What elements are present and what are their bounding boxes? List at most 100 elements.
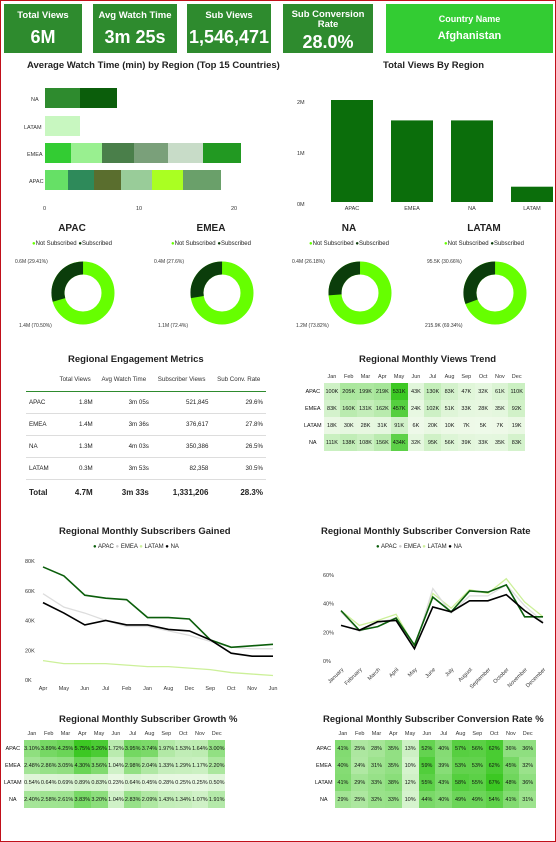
- heatmap-cell: 25%: [351, 791, 369, 808]
- growth-heatmap: Jan Feb Mar Apr May Jun Jul Aug Sep Oct Nov Dec APAC…: [4, 728, 226, 808]
- heatmap-cell: 108K: [357, 434, 374, 451]
- kpi-total-views[interactable]: Total Views 6M: [4, 4, 82, 53]
- x-tick: May: [407, 667, 419, 679]
- heatmap-cell: 48%: [502, 774, 520, 791]
- month-header: Jul: [129, 731, 137, 737]
- heatmap-cell: 3.95%: [124, 740, 142, 757]
- heatmap-cell: 44%: [418, 791, 436, 808]
- heatmap-cell: 29%: [334, 791, 352, 808]
- heatmap-cell: 29%: [351, 774, 369, 791]
- heatmap-cell: 0.89%: [73, 774, 91, 791]
- month-header: Oct: [489, 731, 499, 737]
- month-header: May: [404, 731, 416, 737]
- x-tick: Apr: [39, 686, 48, 692]
- month-header: May: [393, 374, 405, 380]
- donut-title: NA: [341, 223, 357, 234]
- heatmap-cell: 0.28%: [157, 774, 175, 791]
- kpi-sub-conversion-rate[interactable]: Sub Conversion Rate 28.0%: [283, 4, 373, 53]
- month-header: Mar: [360, 374, 371, 380]
- col-avg-watch[interactable]: Avg Watch Time: [95, 369, 152, 392]
- total-views-chart: 2M 1M 0M APAC EMEA NA LATAM: [297, 100, 553, 212]
- col-total-views[interactable]: Total Views: [54, 369, 96, 392]
- sub-label: 0.6M (29.41%): [15, 259, 48, 265]
- heatmap-cell: 0.69%: [57, 774, 74, 791]
- heatmap-cell: 62%: [485, 740, 503, 757]
- donut-emea: 0.4M (27.6%) 1.1M (72.4%): [154, 259, 254, 329]
- conv-pct-title: Regional Monthly Subscriber Conversion R…: [323, 714, 544, 725]
- row-label: APAC: [316, 745, 332, 752]
- not-sub-label: 1.4M (70.50%): [19, 323, 52, 329]
- heatmap-cell: 92K: [508, 400, 526, 417]
- sub-label: 95.5K (30.66%): [427, 259, 462, 265]
- watch-time-chart: NA LATAM EMEA APAC 0 10 20: [24, 88, 241, 212]
- heatmap-cell: 2.58%: [40, 791, 58, 808]
- row-label: LATAM: [4, 779, 22, 786]
- month-header: Jan: [27, 731, 37, 737]
- heatmap-cell: 2.09%: [141, 791, 158, 808]
- month-header: Feb: [43, 731, 54, 737]
- heatmap-cell: 0.64%: [40, 774, 58, 791]
- x-tick: 10: [136, 206, 142, 212]
- month-header: Apr: [378, 374, 387, 380]
- heatmap-cell: 32%: [519, 757, 537, 774]
- not-sub-label: 215.9K (69.34%): [425, 323, 463, 329]
- heatmap-cell: 1.17%: [191, 757, 209, 774]
- heatmap-cell: 138K: [340, 434, 358, 451]
- heatmap-cell: 0.50%: [208, 774, 226, 791]
- heatmap-cell: 4.25%: [57, 740, 74, 757]
- heatmap-cell: 25%: [351, 740, 369, 757]
- col-conv-rate[interactable]: Sub Conv. Rate: [211, 369, 266, 392]
- not-sub-label: 1.1M (72.4%): [158, 323, 188, 329]
- heatmap-cell: 31%: [368, 757, 385, 774]
- row-label: LATAM: [304, 422, 322, 429]
- y-tick: 1M: [297, 151, 305, 157]
- heatmap-cell: 35K: [491, 434, 509, 451]
- kpi-sub-views[interactable]: Sub Views 1,546,471: [187, 4, 271, 53]
- heatmap-cell: 55%: [468, 774, 486, 791]
- heatmap-cell: 3.05%: [57, 757, 74, 774]
- heatmap-cell: 41%: [334, 774, 352, 791]
- heatmap-cell: 55%: [418, 774, 436, 791]
- heatmap-cell: 0.45%: [141, 774, 158, 791]
- heatmap-cell: 7K: [457, 417, 475, 434]
- heatmap-cell: 56K: [441, 434, 458, 451]
- region-label-na: NA: [31, 97, 39, 103]
- heatmap-cell: 160K: [340, 400, 358, 417]
- x-tick: March: [367, 667, 382, 682]
- y-tick: 60K: [25, 589, 35, 595]
- heatmap-cell: 3.56%: [90, 757, 108, 774]
- table-row: EMEA 1.4M 3m 36s 376,617 27.8%: [26, 413, 266, 436]
- heatmap-cell: 33%: [368, 774, 385, 791]
- col-region: [26, 369, 55, 392]
- x-tick: April: [388, 667, 400, 679]
- month-header: Jun: [422, 731, 432, 737]
- sub-label: 0.4M (27.6%): [154, 259, 184, 265]
- x-tick: Feb: [122, 686, 131, 692]
- month-header: Feb: [354, 731, 365, 737]
- kpi-avg-watch-time[interactable]: Avg Watch Time 3m 25s: [93, 4, 177, 53]
- month-header: Sep: [461, 374, 472, 380]
- heatmap-cell: 24K: [407, 400, 425, 417]
- emea-bar-segments: [45, 143, 241, 163]
- not-sub-label: 1.2M (73.82%): [296, 323, 329, 329]
- x-tick: Oct: [227, 686, 236, 692]
- y-tick: 0K: [25, 678, 32, 684]
- region-label-emea: EMEA: [27, 152, 43, 158]
- heatmap-row: NA 29% 25% 32% 33% 10% 44% 40% 49% 49% 54% 41% 31%: [315, 791, 537, 808]
- heatmap-row: APAC 41% 25% 28% 35% 13% 52% 40% 57% 56% 62% 36% 36%: [315, 740, 537, 757]
- month-header: Dec: [211, 731, 222, 737]
- month-header: Mar: [60, 731, 71, 737]
- country-filter[interactable]: Country Name Afghanistan: [386, 4, 553, 53]
- heatmap-cell: 1.29%: [174, 757, 192, 774]
- heatmap-cell: 33%: [384, 791, 402, 808]
- col-sub-views[interactable]: Subscriber Views: [151, 369, 212, 392]
- growth-title: Regional Monthly Subscriber Growth %: [59, 714, 238, 725]
- month-header: Jul: [429, 374, 437, 380]
- table-row: NA 1.3M 4m 03s 350,386 26.5%: [26, 435, 266, 458]
- x-tick: Jan: [143, 686, 152, 692]
- heatmap-cell: 39K: [457, 434, 475, 451]
- row-label: APAC: [305, 388, 321, 395]
- heatmap-cell: 0.54%: [23, 774, 41, 791]
- donut-legend: ●Not Subscribed ●Subscribed: [32, 241, 112, 247]
- heatmap-cell: 30K: [340, 417, 358, 434]
